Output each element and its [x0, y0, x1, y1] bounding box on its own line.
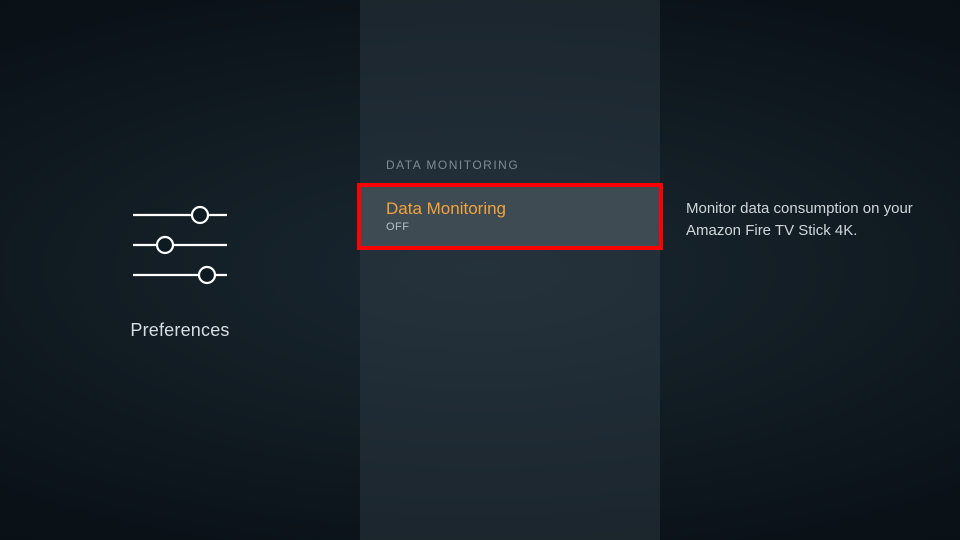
item-description: Monitor data consumption on your Amazon …: [686, 198, 916, 242]
item-state: OFF: [386, 221, 634, 233]
left-panel: Preferences: [0, 0, 360, 540]
left-panel-label: Preferences: [130, 320, 229, 341]
item-title: Data Monitoring: [386, 199, 634, 219]
settings-list: DATA MONITORING Data Monitoring OFF: [360, 0, 660, 540]
description-panel: Monitor data consumption on your Amazon …: [660, 0, 960, 540]
sliders-icon: [125, 200, 235, 290]
data-monitoring-item[interactable]: Data Monitoring OFF: [360, 186, 660, 247]
section-header: DATA MONITORING: [360, 158, 660, 186]
